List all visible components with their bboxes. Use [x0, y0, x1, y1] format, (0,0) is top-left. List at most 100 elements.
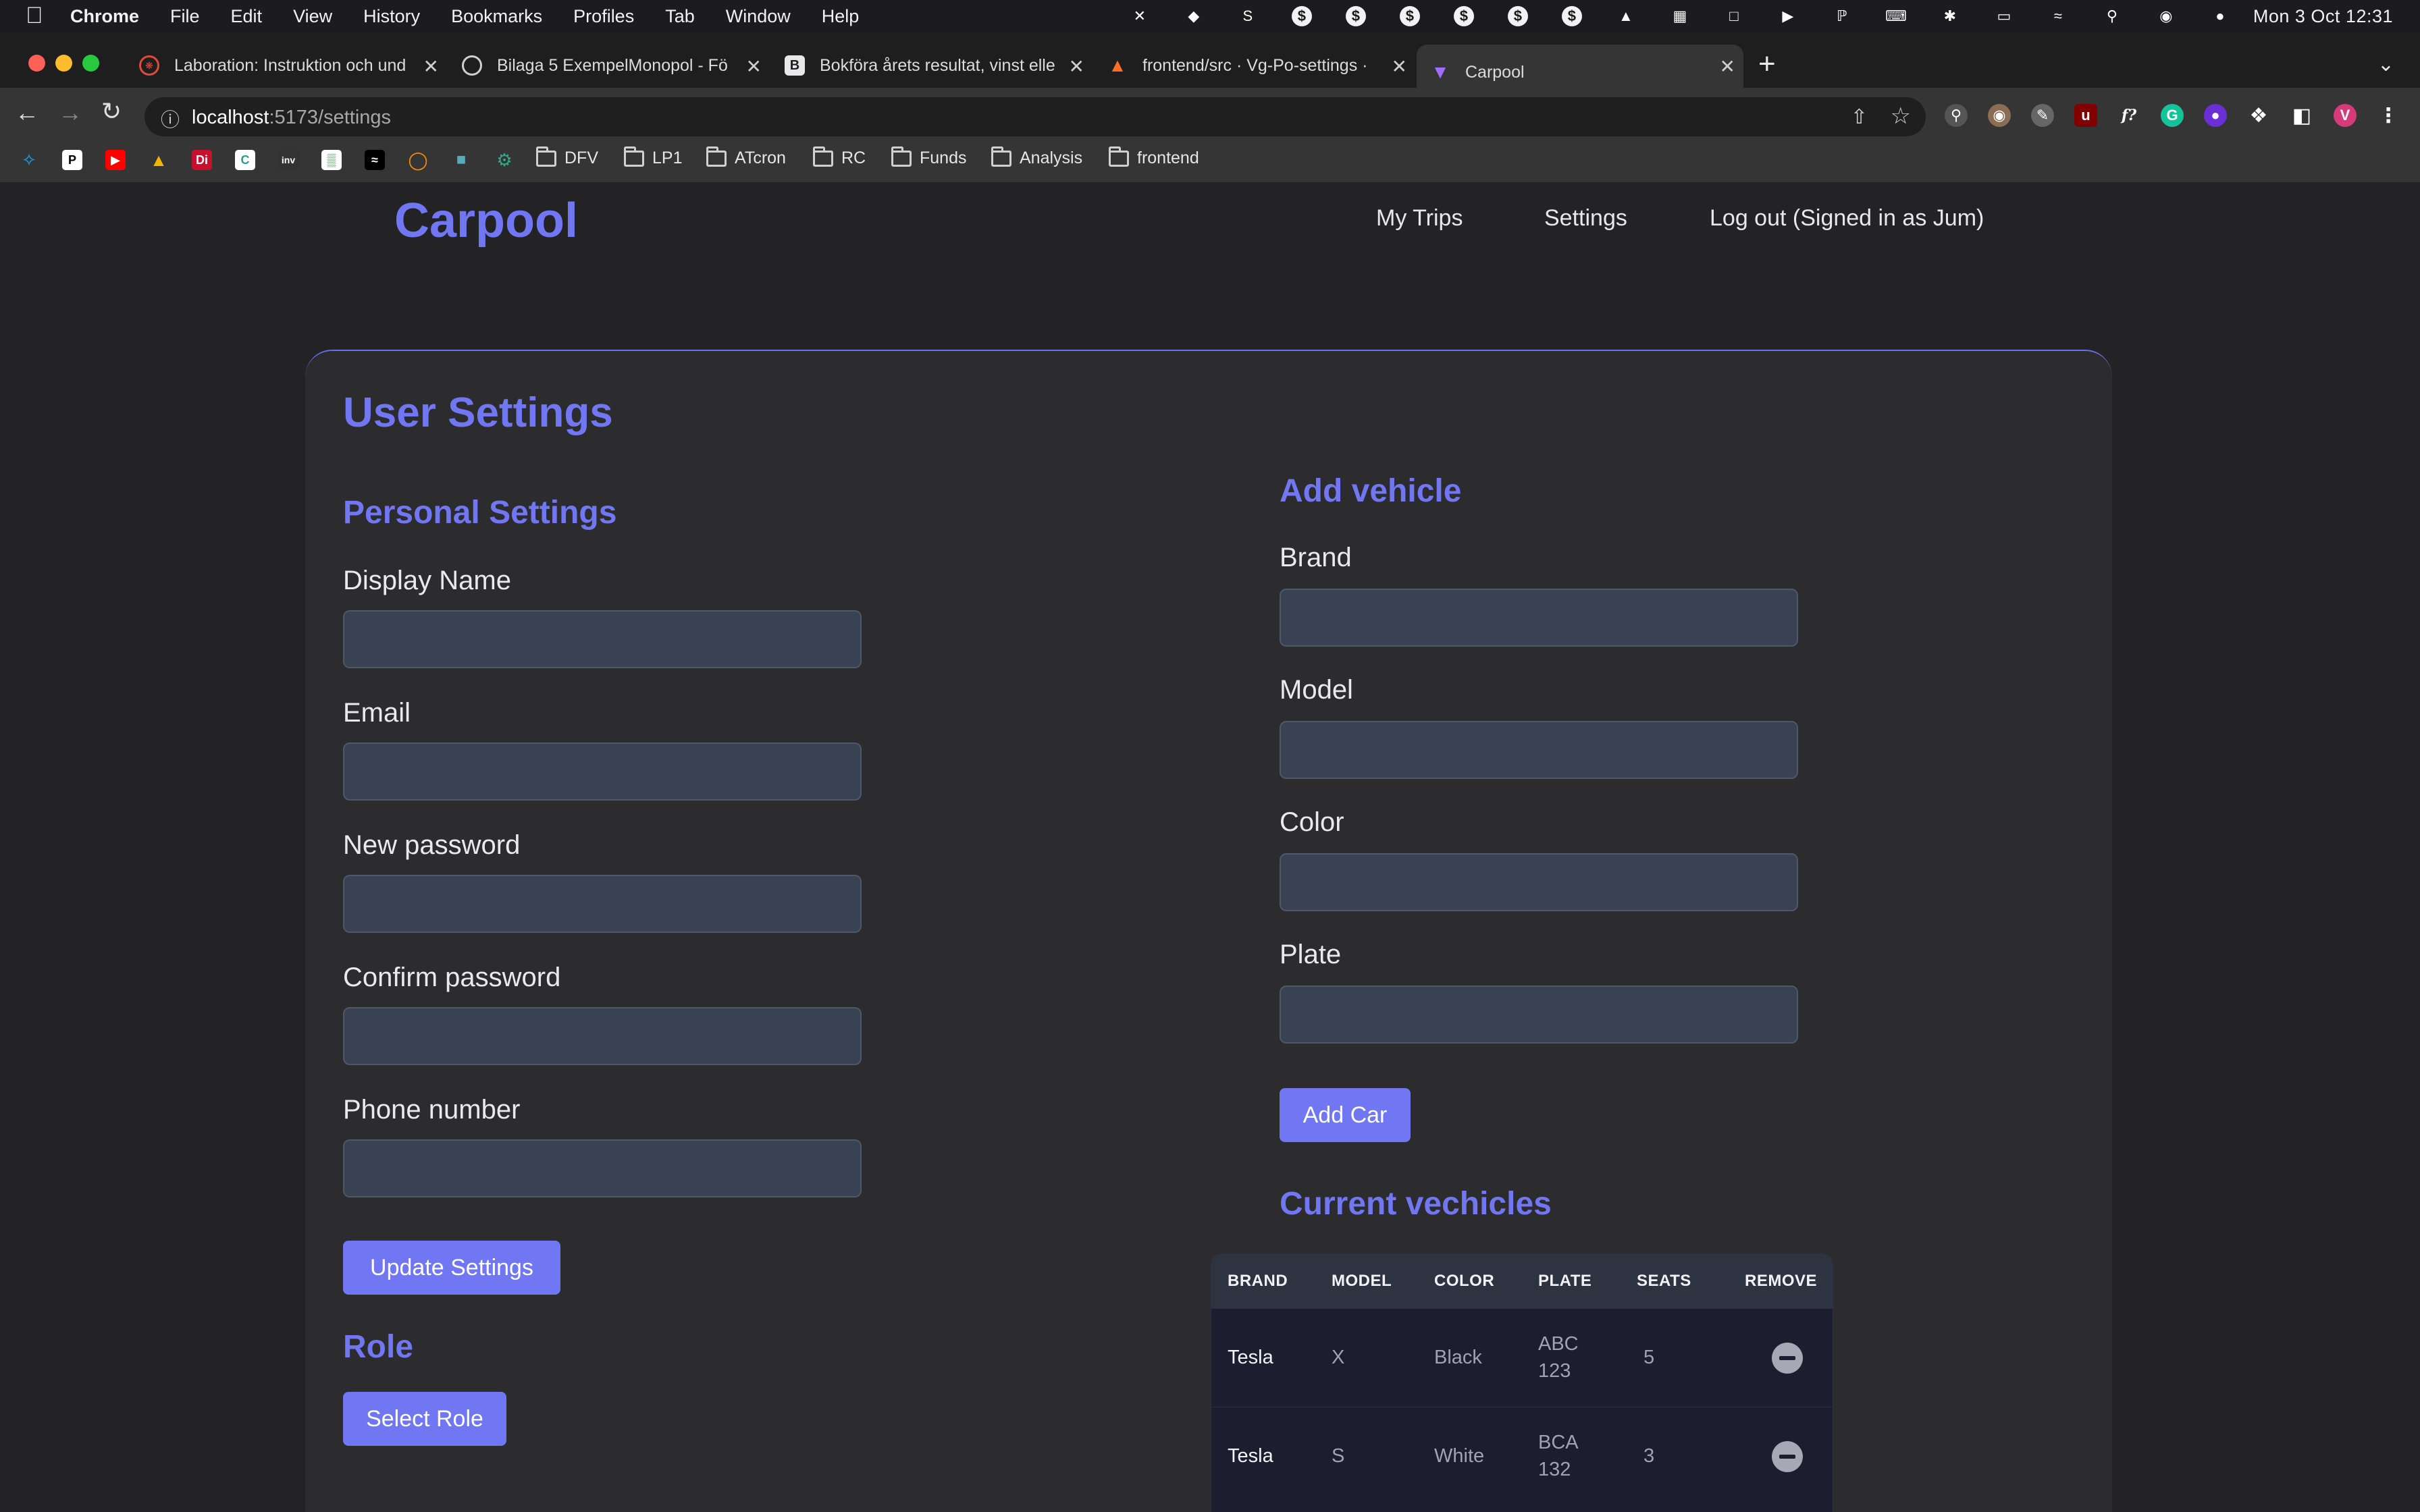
- bookmark-folder-teal-icon[interactable]: ■: [451, 150, 471, 170]
- menu-help[interactable]: Help: [822, 6, 860, 27]
- nav-settings-link[interactable]: Settings: [1544, 205, 1627, 232]
- extension-grammarly-icon[interactable]: G: [2161, 104, 2184, 127]
- status-search-icon[interactable]: ⚲: [2102, 6, 2122, 26]
- forward-icon[interactable]: →: [58, 99, 82, 127]
- bookmark-folder[interactable]: RC: [813, 146, 866, 168]
- status-s-app-icon[interactable]: S: [1238, 6, 1258, 26]
- apple-menu-icon[interactable]: : [26, 3, 43, 29]
- tab-close-icon[interactable]: ✕: [1720, 55, 1735, 78]
- status-dollar-icon[interactable]: $: [1291, 6, 1312, 26]
- menu-profiles[interactable]: Profiles: [573, 6, 634, 27]
- site-info-icon[interactable]: ⓘ: [161, 105, 180, 132]
- email-input[interactable]: [343, 742, 862, 801]
- browser-tab[interactable]: B Bokföra årets resultat, vinst elle ✕: [771, 45, 1093, 86]
- bookmark-patreon-icon[interactable]: P: [62, 150, 82, 170]
- color-input[interactable]: [1280, 853, 1798, 911]
- address-bar[interactable]: ⓘ localhost:5173/settings ⇧ ☆: [144, 97, 1926, 136]
- bookmark-folder[interactable]: Funds: [891, 146, 966, 168]
- nav-logout-link[interactable]: Log out (Signed in as Jum): [1710, 205, 1984, 232]
- menu-view[interactable]: View: [293, 6, 332, 27]
- tab-close-icon[interactable]: ✕: [746, 55, 762, 78]
- display-name-input[interactable]: [343, 610, 862, 668]
- status-dollar-icon[interactable]: $: [1507, 6, 1528, 26]
- menu-edit[interactable]: Edit: [231, 6, 263, 27]
- menu-file[interactable]: File: [170, 6, 200, 27]
- remove-vehicle-button[interactable]: [1772, 1441, 1803, 1472]
- menu-app-name[interactable]: Chrome: [70, 6, 139, 27]
- menu-window[interactable]: Window: [726, 6, 791, 27]
- status-keyboard-icon[interactable]: ⌨: [1885, 6, 1907, 26]
- extension-ublock-icon[interactable]: u: [2074, 104, 2097, 127]
- browser-tab[interactable]: ▲ frontend/src · Vg-Po-settings · ✕: [1094, 45, 1415, 86]
- nav-my-trips-link[interactable]: My Trips: [1376, 205, 1463, 232]
- chrome-menu-icon[interactable]: ⋮: [2377, 104, 2400, 127]
- bookmark-folder[interactable]: frontend: [1109, 146, 1199, 168]
- bookmark-inv-icon[interactable]: inv: [278, 150, 298, 170]
- status-airpods-icon[interactable]: ℙ: [1832, 6, 1852, 26]
- bookmark-ring-icon[interactable]: ◯: [408, 150, 428, 170]
- status-control-center-icon[interactable]: ◉: [2156, 6, 2176, 26]
- plate-input[interactable]: [1280, 986, 1798, 1044]
- close-window-icon[interactable]: [28, 55, 45, 72]
- extension-purple-icon[interactable]: ●: [2204, 104, 2227, 127]
- model-input[interactable]: [1280, 721, 1798, 779]
- reload-icon[interactable]: ↻: [101, 97, 122, 126]
- add-car-button[interactable]: Add Car: [1280, 1088, 1411, 1142]
- update-settings-button[interactable]: Update Settings: [343, 1241, 560, 1295]
- bookmark-folder[interactable]: Analysis: [991, 146, 1082, 168]
- menubar-clock[interactable]: Mon 3 Oct 12:31: [2253, 6, 2393, 27]
- status-bluetooth-icon[interactable]: ✱: [1940, 6, 1960, 26]
- status-grid-icon[interactable]: ▦: [1670, 6, 1690, 26]
- browser-tab[interactable]: Bilaga 5 ExempelMonopol - Fö ✕: [448, 45, 770, 86]
- status-battery-icon[interactable]: ▭: [1994, 6, 2014, 26]
- extension-pen-icon[interactable]: ✎: [2031, 104, 2054, 127]
- bookmark-star-icon[interactable]: ☆: [1891, 103, 1911, 130]
- menu-bookmarks[interactable]: Bookmarks: [451, 6, 542, 27]
- remove-vehicle-button[interactable]: [1772, 1343, 1803, 1374]
- status-x-icon[interactable]: ✕: [1130, 6, 1150, 26]
- extensions-puzzle-icon[interactable]: ❖: [2247, 104, 2270, 127]
- status-dollar-icon[interactable]: $: [1345, 6, 1366, 26]
- side-panel-icon[interactable]: ◧: [2290, 104, 2313, 127]
- bookmark-di-icon[interactable]: Di: [192, 150, 212, 170]
- status-dollar-icon[interactable]: $: [1561, 6, 1582, 26]
- status-hat-icon[interactable]: ▲: [1616, 6, 1636, 26]
- bookmark-youtube-icon[interactable]: ▶: [105, 150, 126, 170]
- bookmark-stock-icon[interactable]: ≈: [365, 150, 385, 170]
- extension-formula-icon[interactable]: f?: [2118, 104, 2140, 127]
- bookmark-gear-icon[interactable]: ⚙: [494, 150, 515, 170]
- status-wifi-icon[interactable]: ≈: [2048, 6, 2068, 26]
- phone-number-input[interactable]: [343, 1139, 862, 1197]
- bookmark-c-icon[interactable]: C: [235, 150, 255, 170]
- address-url[interactable]: localhost:5173/settings: [192, 107, 391, 129]
- back-icon[interactable]: ←: [15, 99, 39, 127]
- zoom-window-icon[interactable]: [82, 55, 99, 72]
- bookmark-folder[interactable]: ATcron: [706, 146, 786, 168]
- menu-history[interactable]: History: [363, 6, 420, 27]
- status-siri-icon[interactable]: ●: [2210, 6, 2230, 26]
- brand-input[interactable]: [1280, 589, 1798, 647]
- tab-search-chevron-icon[interactable]: ⌄: [2377, 53, 2394, 76]
- browser-tab[interactable]: ❋ Laboration: Instruktion och und ✕: [126, 45, 447, 86]
- share-icon[interactable]: ⇧: [1851, 105, 1868, 129]
- extension-owl-icon[interactable]: ◉: [1988, 104, 2011, 127]
- tab-close-icon[interactable]: ✕: [1392, 55, 1407, 78]
- status-dollar-icon[interactable]: $: [1453, 6, 1474, 26]
- profile-avatar[interactable]: V: [2334, 104, 2357, 127]
- tab-close-icon[interactable]: ✕: [1069, 55, 1084, 78]
- select-role-button[interactable]: Select Role: [343, 1392, 506, 1446]
- minimize-window-icon[interactable]: [55, 55, 72, 72]
- site-brand-logo[interactable]: Carpool: [394, 193, 578, 248]
- bookmark-folder[interactable]: LP1: [624, 146, 682, 168]
- status-display-icon[interactable]: □: [1724, 6, 1744, 26]
- tab-close-icon[interactable]: ✕: [423, 55, 439, 78]
- bookmark-chart-icon[interactable]: ▒: [321, 150, 342, 170]
- status-dollar-icon[interactable]: $: [1399, 6, 1420, 26]
- bookmark-drive-icon[interactable]: ▲: [149, 150, 169, 170]
- new-password-input[interactable]: [343, 875, 862, 933]
- bookmark-twitter-icon[interactable]: ✧: [19, 150, 39, 170]
- status-figma-icon[interactable]: ◆: [1184, 6, 1204, 26]
- new-tab-icon[interactable]: +: [1758, 47, 1776, 81]
- bookmark-folder[interactable]: DFV: [536, 146, 598, 168]
- extension-search-icon[interactable]: ⚲: [1945, 104, 1968, 127]
